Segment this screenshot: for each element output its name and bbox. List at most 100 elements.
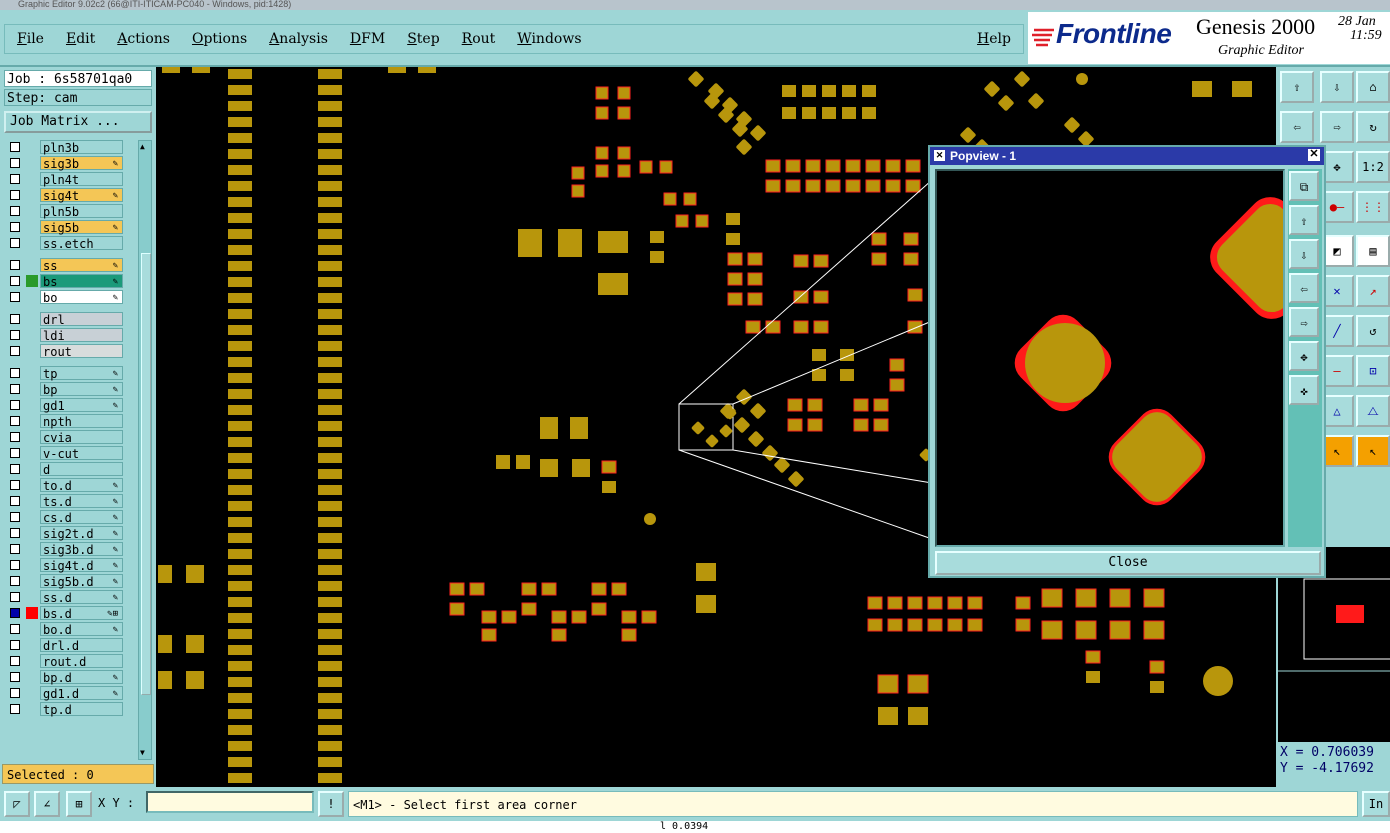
layer-checkbox[interactable] [10,416,20,426]
pop-right-icon[interactable]: ⇨ [1289,307,1319,337]
layer-row-bp[interactable]: bp ✎ [4,382,126,397]
layer-checkbox[interactable] [10,496,20,506]
layer-row-bp-d[interactable]: bp.d ✎ [4,670,126,685]
layer-name[interactable]: ts.d ✎ [40,494,123,509]
layer-checkbox[interactable] [10,464,20,474]
layer-row-drl-d[interactable]: drl.d [4,638,126,653]
layer-row-rout[interactable]: rout [4,344,126,359]
layer-row-cs-d[interactable]: cs.d ✎ [4,510,126,525]
layer-name[interactable]: drl.d [40,638,123,653]
layer-name[interactable]: rout.d [40,654,123,669]
layer-checkbox[interactable] [10,608,20,618]
layer-name[interactable]: sig5b.d ✎ [40,574,123,589]
layer-row-pln3b[interactable]: pln3b [4,140,126,155]
layer-row-v-cut[interactable]: v-cut [4,446,126,461]
close-icon[interactable]: ✕ [1308,149,1320,161]
layer-checkbox[interactable] [10,368,20,378]
layer-row-bo[interactable]: bo ✎ [4,290,126,305]
layer-name[interactable]: sig3b.d ✎ [40,542,123,557]
pop-fit-icon[interactable]: ✥ [1289,341,1319,371]
layer-checkbox[interactable] [10,432,20,442]
layer-row-cvia[interactable]: cvia [4,430,126,445]
ruler-icon[interactable]: ▤ [1356,235,1390,267]
layer-row-to-d[interactable]: to.d ✎ [4,478,126,493]
menu-help[interactable]: Help [965,31,1023,47]
zoom-top-icon[interactable]: ⇧ [1280,71,1314,103]
layer-name[interactable]: d [40,462,123,477]
pop-down-icon[interactable]: ⇩ [1289,239,1319,269]
layer-row-ss[interactable]: ss ✎ [4,258,126,273]
layer-checkbox[interactable] [10,260,20,270]
layer-checkbox[interactable] [10,448,20,458]
layer-row-ts-d[interactable]: ts.d ✎ [4,494,126,509]
layer-name[interactable]: sig4t.d ✎ [40,558,123,573]
popview-zoom-view[interactable] [935,169,1285,547]
layer-name[interactable]: ss.etch [40,236,123,251]
layer-row-sig3b-d[interactable]: sig3b.d ✎ [4,542,126,557]
layer-name[interactable]: sig4t ✎ [40,188,123,203]
pop-zoom-icon[interactable]: ⧉ [1289,171,1319,201]
layer-row-ldi[interactable]: ldi [4,328,126,343]
layer-list-scrollbar[interactable]: ▲ ▼ [138,140,152,760]
layer-row-bs-d[interactable]: bs.d ✎⊞ [4,606,126,621]
layer-name[interactable]: ldi [40,328,123,343]
scroll-thumb[interactable] [141,253,151,695]
menu-actions[interactable]: Actions [105,31,180,47]
window-menu-icon[interactable]: ✕ [934,150,945,161]
layer-checkbox[interactable] [10,276,20,286]
layer-checkbox[interactable] [10,400,20,410]
layer-row-gd1[interactable]: gd1 ✎ [4,398,126,413]
layer-name[interactable]: gd1 ✎ [40,398,123,413]
layer-row-npth[interactable]: npth [4,414,126,429]
layer-name[interactable]: ss ✎ [40,258,123,273]
menu-options[interactable]: Options [180,31,257,47]
layer-name[interactable]: rout [40,344,123,359]
triangle-measure-icon[interactable]: ⧍ [1356,395,1390,427]
layer-row-ss-d[interactable]: ss.d ✎ [4,590,126,605]
layer-checkbox[interactable] [10,190,20,200]
layer-checkbox[interactable] [10,672,20,682]
layer-row-ss-etch[interactable]: ss.etch [4,236,126,251]
layer-checkbox[interactable] [10,480,20,490]
layer-checkbox[interactable] [10,292,20,302]
select-area-icon[interactable]: ↖ [1356,435,1390,467]
layer-checkbox[interactable] [10,592,20,602]
menu-edit[interactable]: Edit [54,31,105,47]
layer-name[interactable]: cs.d ✎ [40,510,123,525]
layer-name[interactable]: bp.d ✎ [40,670,123,685]
layer-name[interactable]: drl [40,312,123,327]
layer-checkbox[interactable] [10,528,20,538]
measure-icon[interactable]: ⊡ [1356,355,1390,387]
layer-checkbox[interactable] [10,512,20,522]
layer-row-pln5b[interactable]: pln5b [4,204,126,219]
grid-pads-icon[interactable]: ⋮⋮ [1356,191,1390,223]
layer-checkbox[interactable] [10,656,20,666]
pan-right-icon[interactable]: ⇨ [1320,111,1354,143]
layer-name[interactable]: gd1.d ✎ [40,686,123,701]
layer-checkbox[interactable] [10,142,20,152]
layer-name[interactable]: pln3b [40,140,123,155]
job-matrix-button[interactable]: Job Matrix ... [4,111,152,133]
layer-row-sig5b[interactable]: sig5b ✎ [4,220,126,235]
layer-checkbox[interactable] [10,384,20,394]
layer-row-sig5b-d[interactable]: sig5b.d ✎ [4,574,126,589]
select-mode-icon[interactable]: ◸ [4,791,30,817]
menu-analysis[interactable]: Analysis [257,31,338,47]
layer-checkbox[interactable] [10,704,20,714]
layer-row-bo-d[interactable]: bo.d ✎ [4,622,126,637]
layer-name[interactable]: sig2t.d ✎ [40,526,123,541]
redraw-icon[interactable]: ↻ [1356,111,1390,143]
layer-checkbox[interactable] [10,560,20,570]
layer-row-bs[interactable]: bs ✎ [4,274,126,289]
popview-close-button[interactable]: Close [935,551,1321,575]
menu-rout[interactable]: Rout [450,31,506,47]
layer-checkbox[interactable] [10,576,20,586]
layer-checkbox[interactable] [10,544,20,554]
layer-name[interactable]: bo ✎ [40,290,123,305]
layer-row-rout-d[interactable]: rout.d [4,654,126,669]
layer-name[interactable]: bs ✎ [40,274,123,289]
layer-checkbox[interactable] [10,330,20,340]
menu-dfm[interactable]: DFM [338,31,395,47]
layer-name[interactable]: pln4t [40,172,123,187]
menu-step[interactable]: Step [395,31,449,47]
